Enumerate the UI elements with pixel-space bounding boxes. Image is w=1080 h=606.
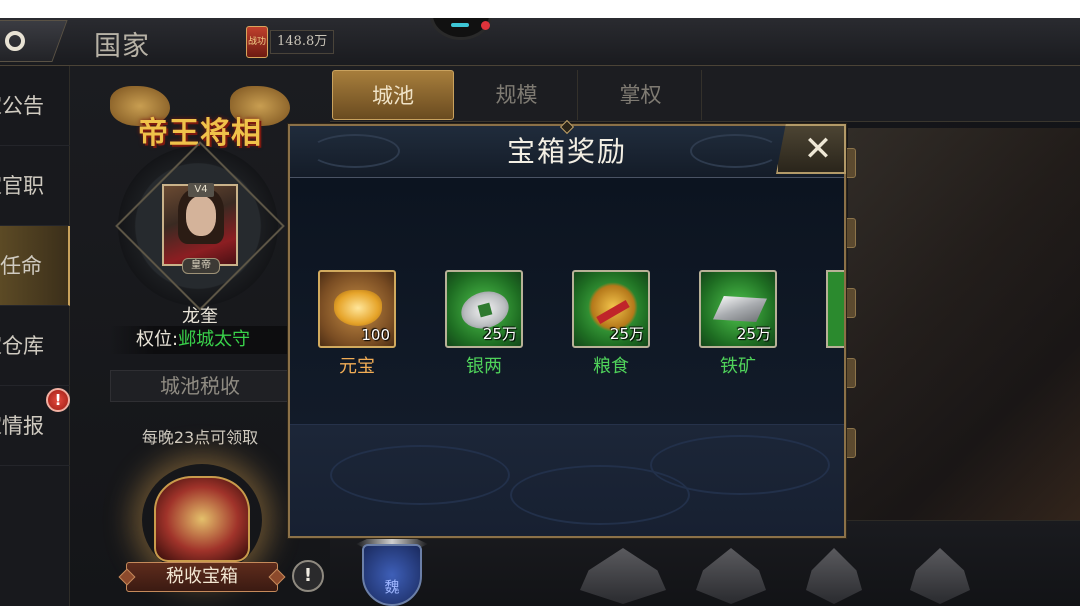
avatar-face	[186, 196, 216, 236]
merit-badge-icon: 战功	[246, 26, 268, 58]
screen: 国家 战功 148.8万 家公告 家官职 家任命 家仓库 家情报 ! 帝王将相	[0, 0, 1080, 606]
vip-badge: V4	[188, 183, 214, 197]
gold-ingot-icon	[334, 290, 382, 326]
position-label: 权位:	[136, 329, 179, 350]
assistant-bar-icon	[451, 23, 469, 27]
cloud-ornament-icon	[330, 445, 510, 505]
iron-ingot-icon	[713, 296, 767, 322]
reward-name: 粮食	[593, 356, 629, 377]
chest-glow	[142, 464, 262, 576]
position-value: 邺城太守	[178, 329, 251, 350]
top-header: 国家 战功 148.8万	[0, 18, 1080, 66]
treasure-chest-icon[interactable]	[154, 476, 250, 562]
menu-item-label: 家公告	[0, 94, 44, 118]
reward-slot: 25万	[572, 270, 650, 348]
back-button[interactable]	[0, 20, 68, 62]
tab-power[interactable]: 掌权	[580, 70, 702, 120]
notification-dot	[481, 21, 490, 30]
merit-value: 148.8万	[270, 30, 334, 54]
menu-item-announcement[interactable]: 家公告	[0, 66, 70, 146]
reward-name: 银两	[466, 356, 502, 377]
close-button[interactable]: ✕	[776, 124, 846, 174]
status-bar	[0, 0, 1080, 18]
reward-slot: 25万	[699, 270, 777, 348]
reward-slot: 25万	[445, 270, 523, 348]
reward-slot: 100	[318, 270, 396, 348]
reward-quantity: 25万	[482, 325, 517, 343]
menu-item-officials[interactable]: 家官职	[0, 146, 70, 226]
city-emblem[interactable]: 魏	[356, 530, 428, 606]
modal-footer	[290, 424, 844, 536]
tab-bar: 城池 规模 掌权	[330, 66, 1080, 122]
floating-assistant-icon[interactable]	[430, 18, 492, 40]
reward-item[interactable]: 100 元宝	[318, 270, 396, 378]
faction-shield-icon: 魏	[362, 544, 422, 606]
reward-quantity: 25万	[736, 325, 771, 343]
tab-city[interactable]: 城池	[332, 70, 454, 120]
menu-item-label: 家仓库	[0, 334, 44, 358]
reward-item[interactable]: 25万 银两	[445, 270, 523, 378]
reward-name: 元宝	[339, 356, 375, 377]
menu-item-label: 家情报	[0, 414, 44, 438]
game-view: 国家 战功 148.8万 家公告 家官职 家任命 家仓库 家情报 ! 帝王将相	[0, 18, 1080, 606]
menu-item-label: 家任命	[0, 254, 42, 278]
reward-item-partial[interactable]	[826, 270, 844, 348]
tab-scale[interactable]: 规模	[456, 70, 578, 120]
menu-item-warehouse[interactable]: 家仓库	[0, 306, 70, 386]
menu-item-appointment[interactable]: 家任命	[0, 226, 70, 306]
reward-item[interactable]: 25万 铁矿	[699, 270, 777, 378]
cloud-ornament-icon	[650, 435, 830, 495]
reward-quantity: 100	[361, 326, 390, 344]
tax-chest-button[interactable]: 税收宝箱	[126, 562, 278, 592]
tax-title: 城池税收	[110, 370, 290, 402]
reward-item[interactable]: 25万 粮食	[572, 270, 650, 378]
reward-quantity: 25万	[609, 325, 644, 343]
info-icon[interactable]: !	[292, 560, 324, 592]
page-title: 国家	[94, 31, 150, 62]
reward-modal: 宝箱奖励 ✕ 100 元宝 25万 银两 25万 粮食 25万 铁矿	[288, 119, 846, 538]
rank-badge: 皇帝	[182, 258, 220, 274]
reward-name: 铁矿	[720, 356, 756, 377]
back-icon	[4, 31, 25, 51]
background-scene	[848, 128, 1080, 528]
left-menu: 家公告 家官职 家任命 家仓库 家情报	[0, 66, 70, 606]
alert-icon: !	[46, 388, 70, 412]
menu-item-label: 家官职	[0, 174, 44, 198]
